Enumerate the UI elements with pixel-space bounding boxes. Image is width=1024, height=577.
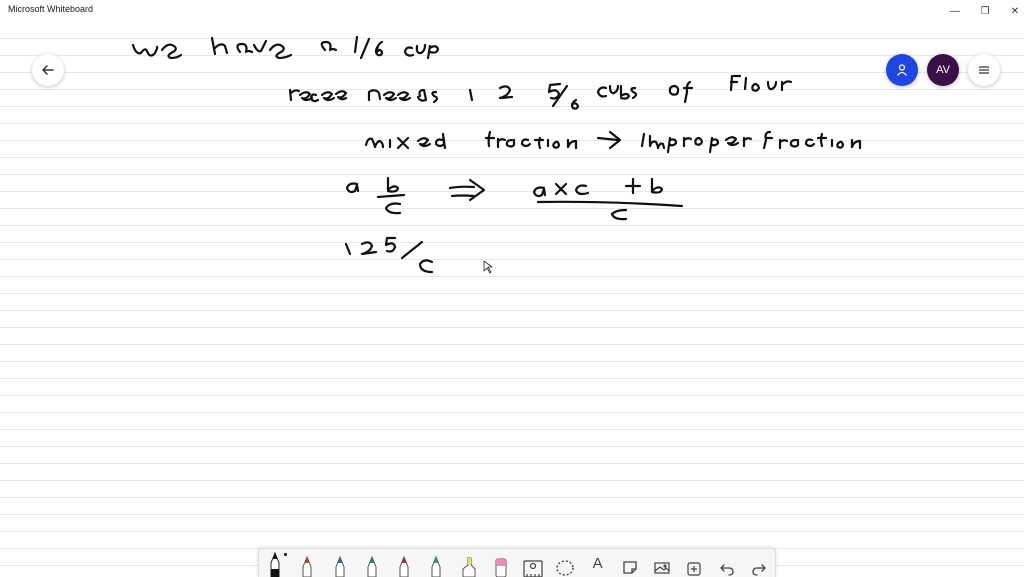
lasso-icon	[556, 560, 575, 576]
tool-pen-green[interactable]	[356, 549, 388, 577]
inking-toolbar: A	[258, 548, 776, 577]
tool-pen-teal[interactable]	[420, 549, 452, 577]
avatar[interactable]: AV	[927, 54, 959, 86]
hamburger-icon	[979, 66, 989, 74]
whiteboard-canvas[interactable]	[0, 22, 1024, 576]
invite-button[interactable]	[886, 54, 918, 86]
pen-teal-icon	[431, 555, 441, 577]
pen-red-icon	[302, 555, 312, 577]
person-icon	[896, 64, 908, 76]
tool-image[interactable]	[646, 549, 678, 577]
tool-pen-red[interactable]	[291, 549, 323, 577]
tool-pen-black[interactable]	[259, 549, 291, 577]
window-title: Microsoft Whiteboard	[8, 4, 94, 14]
note-icon	[623, 561, 637, 574]
tool-pen-blue[interactable]	[324, 549, 356, 577]
pen-blue-icon	[335, 555, 345, 577]
back-button[interactable]	[32, 54, 64, 86]
avatar-initials: AV	[936, 64, 950, 76]
pen-black-icon	[270, 551, 280, 577]
restore-button[interactable]: ❐	[970, 0, 1000, 22]
title-bar: Microsoft Whiteboard — ❐ ✕	[0, 0, 1024, 23]
menu-button[interactable]	[968, 54, 1000, 86]
minimize-button[interactable]: —	[940, 0, 970, 22]
arrow-left-icon	[41, 65, 54, 75]
tool-ruler[interactable]	[517, 549, 549, 577]
ruler-icon	[523, 560, 543, 577]
tool-highlighter[interactable]	[453, 549, 485, 577]
tool-text[interactable]: A	[582, 549, 614, 577]
insert-icon	[687, 562, 701, 576]
pen-green-icon	[367, 555, 377, 577]
tool-eraser[interactable]	[485, 549, 517, 577]
text-icon: A	[592, 555, 603, 572]
undo-icon	[719, 564, 734, 576]
redo-icon	[752, 564, 766, 576]
tool-note[interactable]	[614, 549, 646, 577]
tool-undo[interactable]	[711, 549, 743, 577]
close-button[interactable]: ✕	[1000, 0, 1024, 22]
image-icon	[654, 562, 670, 574]
highlighter-icon	[462, 557, 476, 577]
tool-insert[interactable]	[678, 549, 710, 577]
eraser-icon	[495, 558, 507, 577]
pen-magenta-icon	[399, 555, 409, 577]
tool-pen-magenta[interactable]	[388, 549, 420, 577]
tool-redo[interactable]	[743, 549, 775, 577]
tool-lasso[interactable]	[549, 549, 581, 577]
